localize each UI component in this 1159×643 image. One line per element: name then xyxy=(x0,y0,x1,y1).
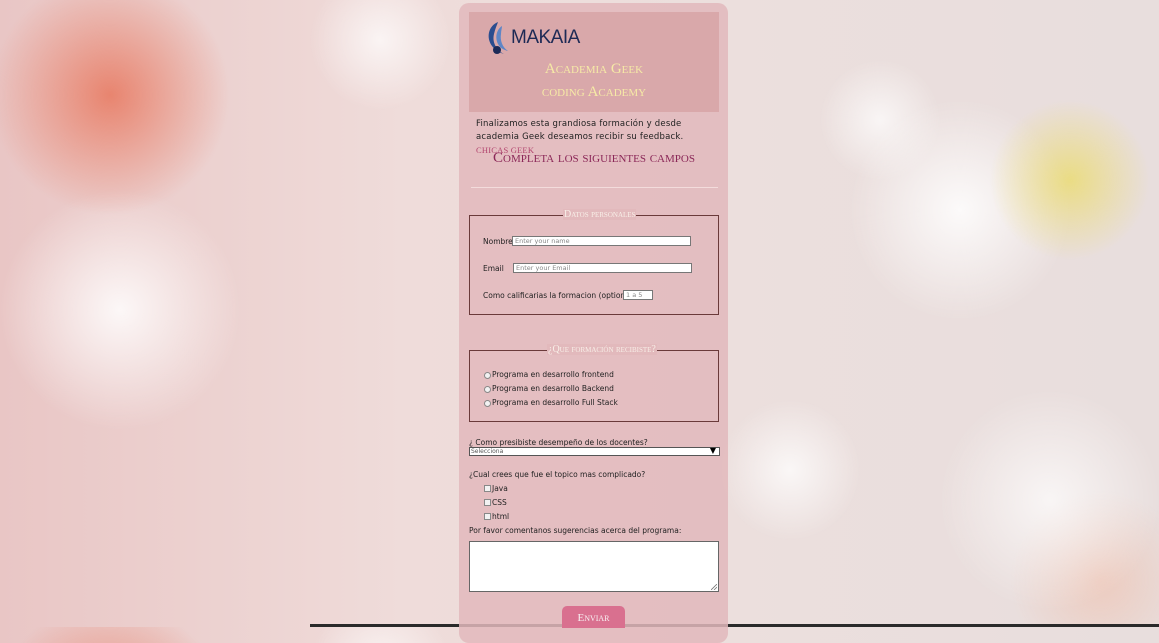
resize-handle-icon[interactable] xyxy=(711,584,717,590)
radio-fullstack-label: Programa en desarrollo Full Stack xyxy=(492,398,618,407)
makaia-logo-icon xyxy=(488,22,508,54)
rating-input[interactable]: 1 a 5 xyxy=(623,290,653,300)
radio-frontend-label: Programa en desarrollo frontend xyxy=(492,370,614,379)
teachers-question: ¿ Como presibiste desempeño de los docen… xyxy=(469,438,648,447)
teachers-select-value: Selecciona xyxy=(471,448,504,455)
training-legend: ¿Que formación recibiste? xyxy=(547,344,657,355)
intro-text: Finalizamos esta grandiosa formación y d… xyxy=(476,119,684,142)
checkbox-css-label: CSS xyxy=(492,498,507,507)
name-input[interactable]: Enter your name xyxy=(512,236,691,246)
topics-question: ¿Cual crees que fue el topico mas compli… xyxy=(469,470,646,479)
email-input[interactable]: Enter your Email xyxy=(513,263,692,273)
comments-textarea[interactable] xyxy=(469,541,719,592)
checkbox-html-label: html xyxy=(492,512,510,521)
dropdown-arrow-icon: ▼ xyxy=(709,446,716,455)
academy-subtitle: coding Academy xyxy=(541,84,647,100)
checkbox-css[interactable] xyxy=(484,499,491,506)
rating-label: Como calificarias la formacion (optional… xyxy=(483,291,635,300)
checkbox-html[interactable] xyxy=(484,513,491,520)
email-label: Email xyxy=(483,264,504,273)
radio-frontend[interactable] xyxy=(484,372,491,379)
logo-text: MAKAIA xyxy=(511,27,580,48)
academy-title: Academia Geek xyxy=(544,61,644,77)
checkbox-java[interactable] xyxy=(484,485,491,492)
name-label: Nombre xyxy=(483,237,513,246)
radio-fullstack[interactable] xyxy=(484,400,491,407)
radio-backend-label: Programa en desarrollo Backend xyxy=(492,384,614,393)
teachers-select[interactable]: Selecciona ▼ xyxy=(469,447,720,456)
checkbox-java-label: Java xyxy=(492,484,508,493)
personal-data-legend: Datos personales xyxy=(563,209,637,220)
radio-backend[interactable] xyxy=(484,386,491,393)
submit-button[interactable]: Enviar xyxy=(562,606,625,628)
divider xyxy=(471,187,718,188)
form-subtitle: Completa los siguientes campos xyxy=(493,150,695,166)
comments-label: Por favor comentanos sugerencias acerca … xyxy=(469,526,682,535)
